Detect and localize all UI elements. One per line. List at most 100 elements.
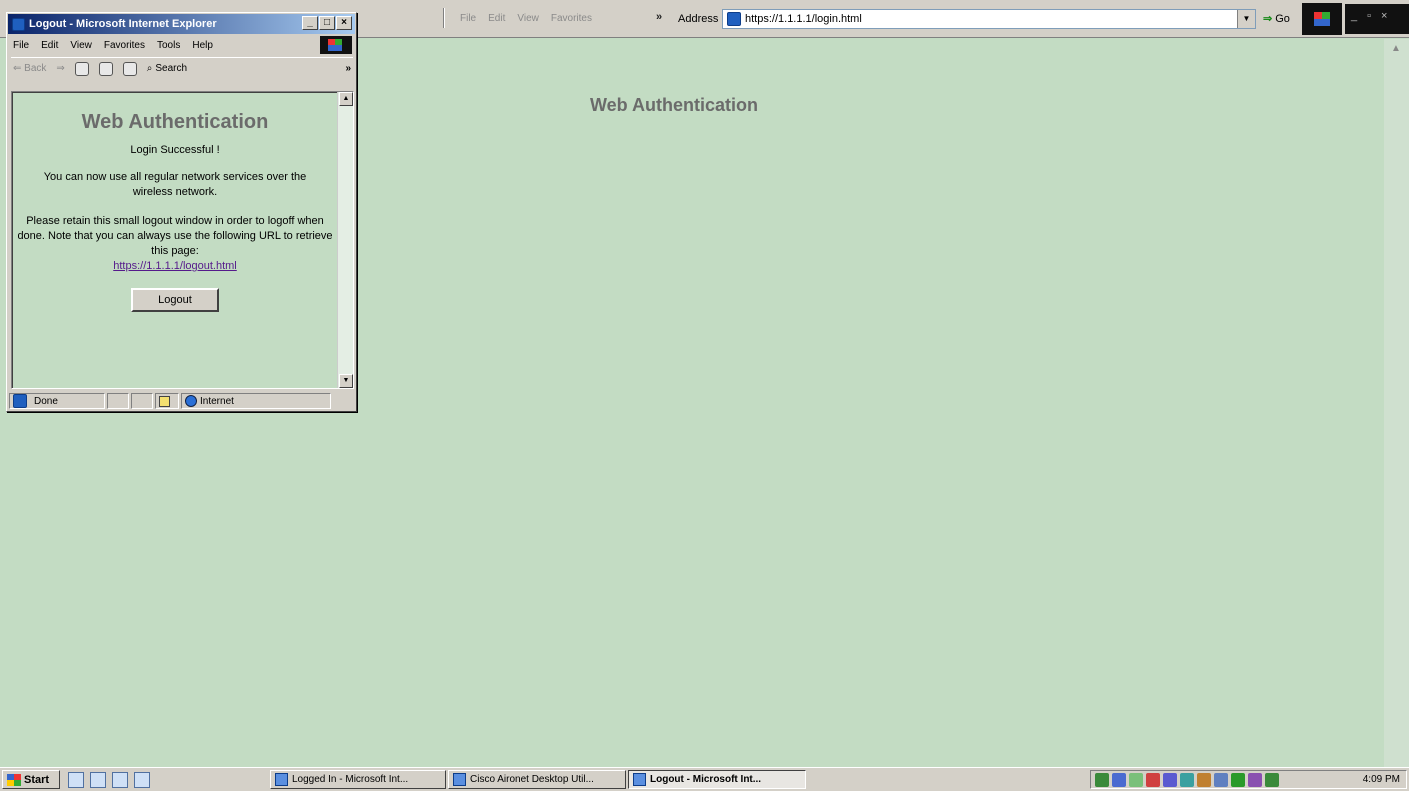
ie-icon [633, 773, 646, 786]
popup-title: Logout - Microsoft Internet Explorer [29, 18, 217, 30]
taskbar-item[interactable]: Cisco Aironet Desktop Util... [448, 770, 626, 789]
refresh-icon[interactable] [98, 61, 113, 76]
taskbar-item-label: Cisco Aironet Desktop Util... [470, 774, 594, 785]
forward-arrow-icon[interactable]: ⇒ [56, 63, 64, 74]
search-label: Search [155, 63, 188, 74]
search-icon: ⌕ [146, 63, 153, 74]
windows-flag-throbber-icon [1302, 3, 1342, 35]
minimize-icon[interactable]: _ [1351, 10, 1357, 28]
scroll-down-icon[interactable]: ▼ [339, 374, 353, 388]
quick-launch-icon[interactable] [134, 772, 150, 788]
status-text: Done [34, 395, 58, 407]
system-tray: 4:09 PM [1090, 770, 1407, 789]
close-button[interactable]: × [336, 16, 352, 30]
tray-icon[interactable] [1214, 772, 1228, 787]
status-zone-cell: Internet [181, 393, 331, 409]
toolbar-chevron-icon[interactable]: » [656, 11, 662, 23]
menu-edit[interactable]: Edit [41, 40, 58, 51]
go-button[interactable]: ⇒ Go [1263, 12, 1290, 26]
stop-icon[interactable] [74, 61, 89, 76]
status-zone: Internet [200, 395, 234, 407]
menu-tools[interactable]: Tools [157, 40, 180, 51]
lock-icon [159, 395, 170, 407]
taskbar-item-active[interactable]: Logout - Microsoft Int... [628, 770, 806, 789]
logout-url-link[interactable]: https://1.1.1.1/logout.html [113, 259, 237, 274]
tray-icon[interactable] [1180, 772, 1194, 787]
status-done-cell: Done [9, 393, 105, 409]
menu-favorites[interactable]: Favorites [104, 40, 145, 51]
menu-view[interactable]: View [517, 13, 539, 24]
menu-file[interactable]: File [460, 13, 476, 24]
address-input[interactable]: https://1.1.1.1/login.html [745, 13, 862, 25]
close-icon[interactable]: × [1381, 10, 1387, 28]
scroll-up-icon[interactable]: ▲ [339, 92, 353, 106]
restore-icon[interactable]: ▫ [1367, 10, 1371, 28]
popup-titlebar[interactable]: Logout - Microsoft Internet Explorer _ □… [8, 14, 355, 34]
status-cell [131, 393, 153, 409]
tray-icon[interactable] [1163, 772, 1177, 787]
popup-standard-toolbar: ⇐ Back ⇒ ⌕ Search » [11, 57, 353, 79]
status-cell [107, 393, 129, 409]
main-menu-bar: File Edit View Favorites » [460, 11, 662, 24]
address-bar[interactable]: https://1.1.1.1/login.html ▼ [722, 9, 1256, 29]
tray-clock[interactable]: 4:09 PM [1363, 774, 1400, 785]
scroll-up-icon[interactable]: ▲ [1387, 43, 1405, 54]
popup-status-bar: Done Internet [9, 392, 354, 410]
status-security-cell [155, 393, 179, 409]
logout-button[interactable]: Logout [131, 288, 219, 312]
menu-file[interactable]: File [13, 40, 29, 51]
ie-icon [275, 773, 288, 786]
popup-heading: Web Authentication [81, 111, 269, 133]
back-button[interactable]: ⇐ Back [13, 63, 46, 74]
quick-launch-icon[interactable] [90, 772, 106, 788]
tray-icon[interactable] [1129, 772, 1143, 787]
go-label: Go [1275, 12, 1290, 25]
tray-icon[interactable] [1112, 772, 1126, 787]
menu-edit[interactable]: Edit [488, 13, 505, 24]
quick-launch [68, 772, 150, 788]
menu-favorites[interactable]: Favorites [551, 13, 592, 24]
tray-icon[interactable] [1248, 772, 1262, 787]
tray-icon[interactable] [1197, 772, 1211, 787]
windows-flag-throbber-icon [320, 36, 352, 54]
network-icon[interactable] [1095, 772, 1109, 787]
taskbar-item[interactable]: Logged In - Microsoft Int... [270, 770, 446, 789]
logout-popup-window: Logout - Microsoft Internet Explorer _ □… [6, 12, 357, 412]
ie-page-icon [727, 12, 741, 26]
maximize-button[interactable]: □ [319, 16, 335, 30]
toolbar-chevron-icon[interactable]: » [345, 63, 351, 74]
tray-icon[interactable] [1231, 772, 1245, 787]
taskbar: Start Logged In - Microsoft Int... Cisco… [0, 767, 1409, 791]
ie-page-icon [12, 17, 25, 31]
go-arrow-icon: ⇒ [1263, 13, 1273, 25]
start-label: Start [24, 773, 50, 786]
popup-scrollbar[interactable]: ▲ ▼ [337, 92, 353, 388]
services-message: You can now use all regular network serv… [43, 171, 307, 198]
tray-icon[interactable] [1265, 772, 1279, 787]
menu-view[interactable]: View [70, 40, 92, 51]
address-label: Address [678, 13, 719, 25]
main-window-controls: _ ▫ × [1345, 4, 1409, 34]
start-button[interactable]: Start [2, 770, 60, 789]
retain-window-message: Please retain this small logout window i… [17, 214, 333, 274]
minimize-button[interactable]: _ [302, 16, 318, 30]
home-icon[interactable] [122, 61, 137, 76]
login-success-message: Login Successful ! [130, 144, 220, 156]
tray-icon[interactable] [1146, 772, 1160, 787]
menu-help[interactable]: Help [192, 40, 213, 51]
globe-icon [185, 395, 197, 407]
taskbar-item-label: Logged In - Microsoft Int... [292, 774, 409, 785]
aironet-icon [453, 773, 466, 786]
popup-page-content: Web Authentication Login Successful ! Yo… [11, 91, 354, 389]
show-desktop-icon[interactable] [68, 772, 84, 788]
taskbar-item-label: Logout - Microsoft Int... [650, 774, 762, 785]
search-button[interactable]: ⌕ Search [147, 63, 187, 74]
page-title: Web Authentication [590, 95, 758, 115]
main-scrollbar[interactable]: ▲ [1384, 39, 1409, 767]
quick-launch-icon[interactable] [112, 772, 128, 788]
popup-window-controls: _ □ × [302, 16, 352, 30]
address-dropdown-icon[interactable]: ▼ [1237, 10, 1255, 28]
windows-logo-icon [7, 773, 21, 786]
retain-window-text: Please retain this small logout window i… [17, 215, 333, 257]
popup-menu-bar: File Edit View Favorites Tools Help [11, 36, 353, 54]
